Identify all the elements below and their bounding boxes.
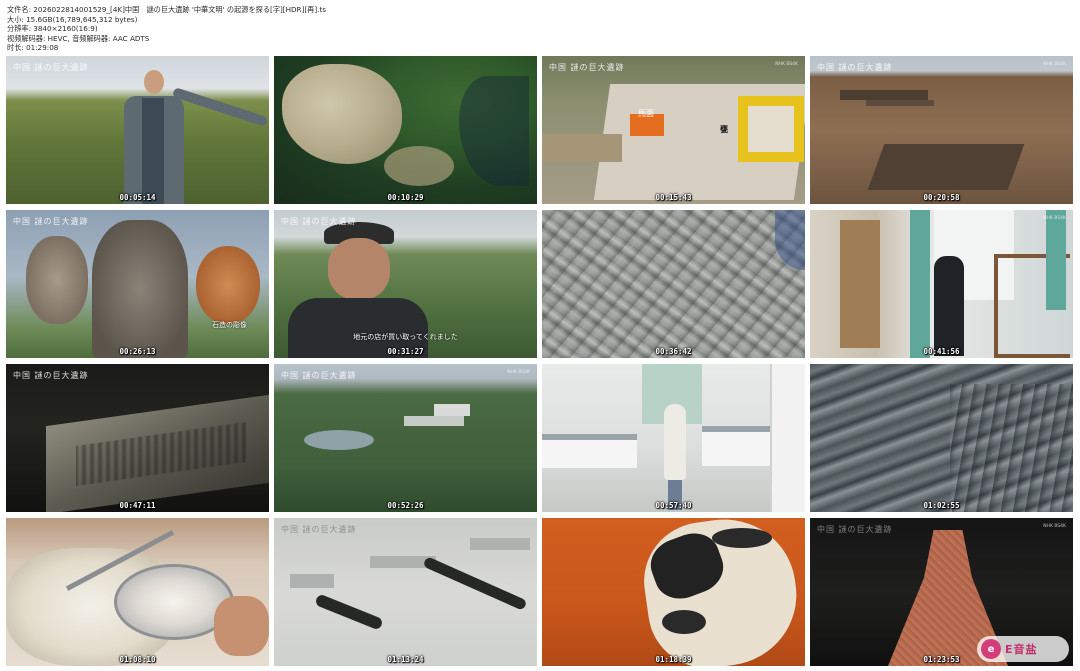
timestamp: 00:41:56 <box>923 347 960 356</box>
timestamp: 00:20:58 <box>923 193 960 202</box>
map-label: 甕 <box>720 125 728 134</box>
shelter-roof <box>840 90 928 100</box>
watermark: NHK BS4K <box>775 62 798 67</box>
duration-line: 时长: 01:29:08 <box>7 43 59 53</box>
timestamp: 00:31:27 <box>387 347 424 356</box>
man-figure <box>124 66 184 204</box>
file-name-line: 文件名: 2026022814001529_[4K]中国 謎の巨大遺跡 '中華文… <box>7 5 326 14</box>
timestamp: 00:05:14 <box>119 193 156 202</box>
thumbnail-15[interactable]: 01:18:39 <box>542 518 805 666</box>
channel-logo: 中国 謎の巨大遺跡 <box>13 217 89 226</box>
channel-logo: 中国 謎の巨大遺跡 <box>13 63 89 72</box>
watermark: NHK BS4K <box>1043 216 1066 221</box>
stone-head-right <box>196 246 260 324</box>
map-label: 馬面 <box>638 109 654 118</box>
bookshelf <box>840 220 880 348</box>
thumbnail-4[interactable]: 中国 謎の巨大遺跡 NHK BS4K 00:20:58 <box>810 56 1073 204</box>
yellow-structure <box>738 96 804 162</box>
thumbnail-grid: 中国 謎の巨大遺跡 00:05:14 00:10:29 馬面 甕 中国 謎の巨大… <box>6 56 1076 666</box>
file-size-line: 大小: 15.6GB(16,789,645,312 bytes) <box>7 14 138 24</box>
timestamp: 00:47:11 <box>119 501 156 510</box>
timestamp: 00:26:13 <box>119 347 156 356</box>
timestamp: 00:57:40 <box>655 501 692 510</box>
file-info-header: 文件名: 2026022814001529_[4K]中国 謎の巨大遺跡 '中華文… <box>7 5 607 53</box>
timestamp: 00:10:29 <box>387 193 424 202</box>
watermark: NHK BS4K <box>1043 62 1066 67</box>
timestamp: 01:02:55 <box>923 501 960 510</box>
thumbnail-14[interactable]: 中国 謎の巨大遺跡 01:13:24 <box>274 518 537 666</box>
hand <box>214 596 269 656</box>
channel-logo: 中国 謎の巨大遺跡 <box>281 525 357 534</box>
channel-logo: 中国 謎の巨大遺跡 <box>13 371 89 380</box>
codec-line: 视频解码器: HEVC, 音频解码器: AAC ADTS <box>7 33 150 43</box>
curtain <box>910 210 930 358</box>
timestamp: 01:08:10 <box>119 655 156 664</box>
thumbnail-13[interactable]: 01:08:10 <box>6 518 269 666</box>
timestamp: 00:36:42 <box>655 347 692 356</box>
thumbnail-10[interactable]: 中国 謎の巨大遺跡 NHK BS4K 00:52:26 <box>274 364 537 512</box>
thumbnail-6[interactable]: 中国 謎の巨大遺跡 地元の店が買い取ってくれました 00:31:27 <box>274 210 537 358</box>
timestamp: 01:23:53 <box>923 655 960 664</box>
watermark: NHK BS4K <box>1043 524 1066 529</box>
elder-face <box>328 238 390 300</box>
timestamp: 01:13:24 <box>387 655 424 664</box>
stone-head-left <box>26 236 88 324</box>
thumbnail-8[interactable]: NHK BS4K 00:41:56 <box>810 210 1073 358</box>
thumbnail-5[interactable]: 中国 謎の巨大遺跡 石造の彫像 00:26:13 <box>6 210 269 358</box>
thumbnail-7[interactable]: 00:36:42 <box>542 210 805 358</box>
watermark: NHK BS4K <box>507 370 530 375</box>
thumbnail-16[interactable]: 中国 謎の巨大遺跡 NHK BS4K e E音盐 01:23:53 <box>810 518 1073 666</box>
person-weaving <box>934 256 964 356</box>
building <box>434 404 470 416</box>
subtitle: 石造の彫像 <box>212 321 247 329</box>
channel-logo: 中国 謎の巨大遺跡 <box>281 217 357 226</box>
thumbnail-1[interactable]: 中国 謎の巨大遺跡 00:05:14 <box>6 56 269 204</box>
thumbnail-2[interactable]: 00:10:29 <box>274 56 537 204</box>
resolution-line: 分辨率: 3840×2160(16:9) <box>7 24 98 34</box>
thumbnail-12[interactable]: 01:02:55 <box>810 364 1073 512</box>
channel-logo: 中国 謎の巨大遺跡 <box>817 63 893 72</box>
researcher <box>664 404 686 480</box>
channel-logo: 中国 謎の巨大遺跡 <box>549 63 625 72</box>
timestamp: 00:15:43 <box>655 193 692 202</box>
subtitle: 地元の店が買い取ってくれました <box>353 333 458 341</box>
stone-pillar <box>92 220 188 358</box>
thumbnail-11[interactable]: 00:57:40 <box>542 364 805 512</box>
thumbnail-9[interactable]: 中国 謎の巨大遺跡 00:47:11 <box>6 364 269 512</box>
lake <box>304 430 374 450</box>
timestamp: 00:52:26 <box>387 501 424 510</box>
channel-logo: 中国 謎の巨大遺跡 <box>817 525 893 534</box>
thumbnail-3[interactable]: 馬面 甕 中国 謎の巨大遺跡 NHK BS4K 00:15:43 <box>542 56 805 204</box>
channel-logo: 中国 謎の巨大遺跡 <box>281 371 357 380</box>
lab-bench <box>542 434 637 468</box>
timestamp: 01:18:39 <box>655 655 692 664</box>
